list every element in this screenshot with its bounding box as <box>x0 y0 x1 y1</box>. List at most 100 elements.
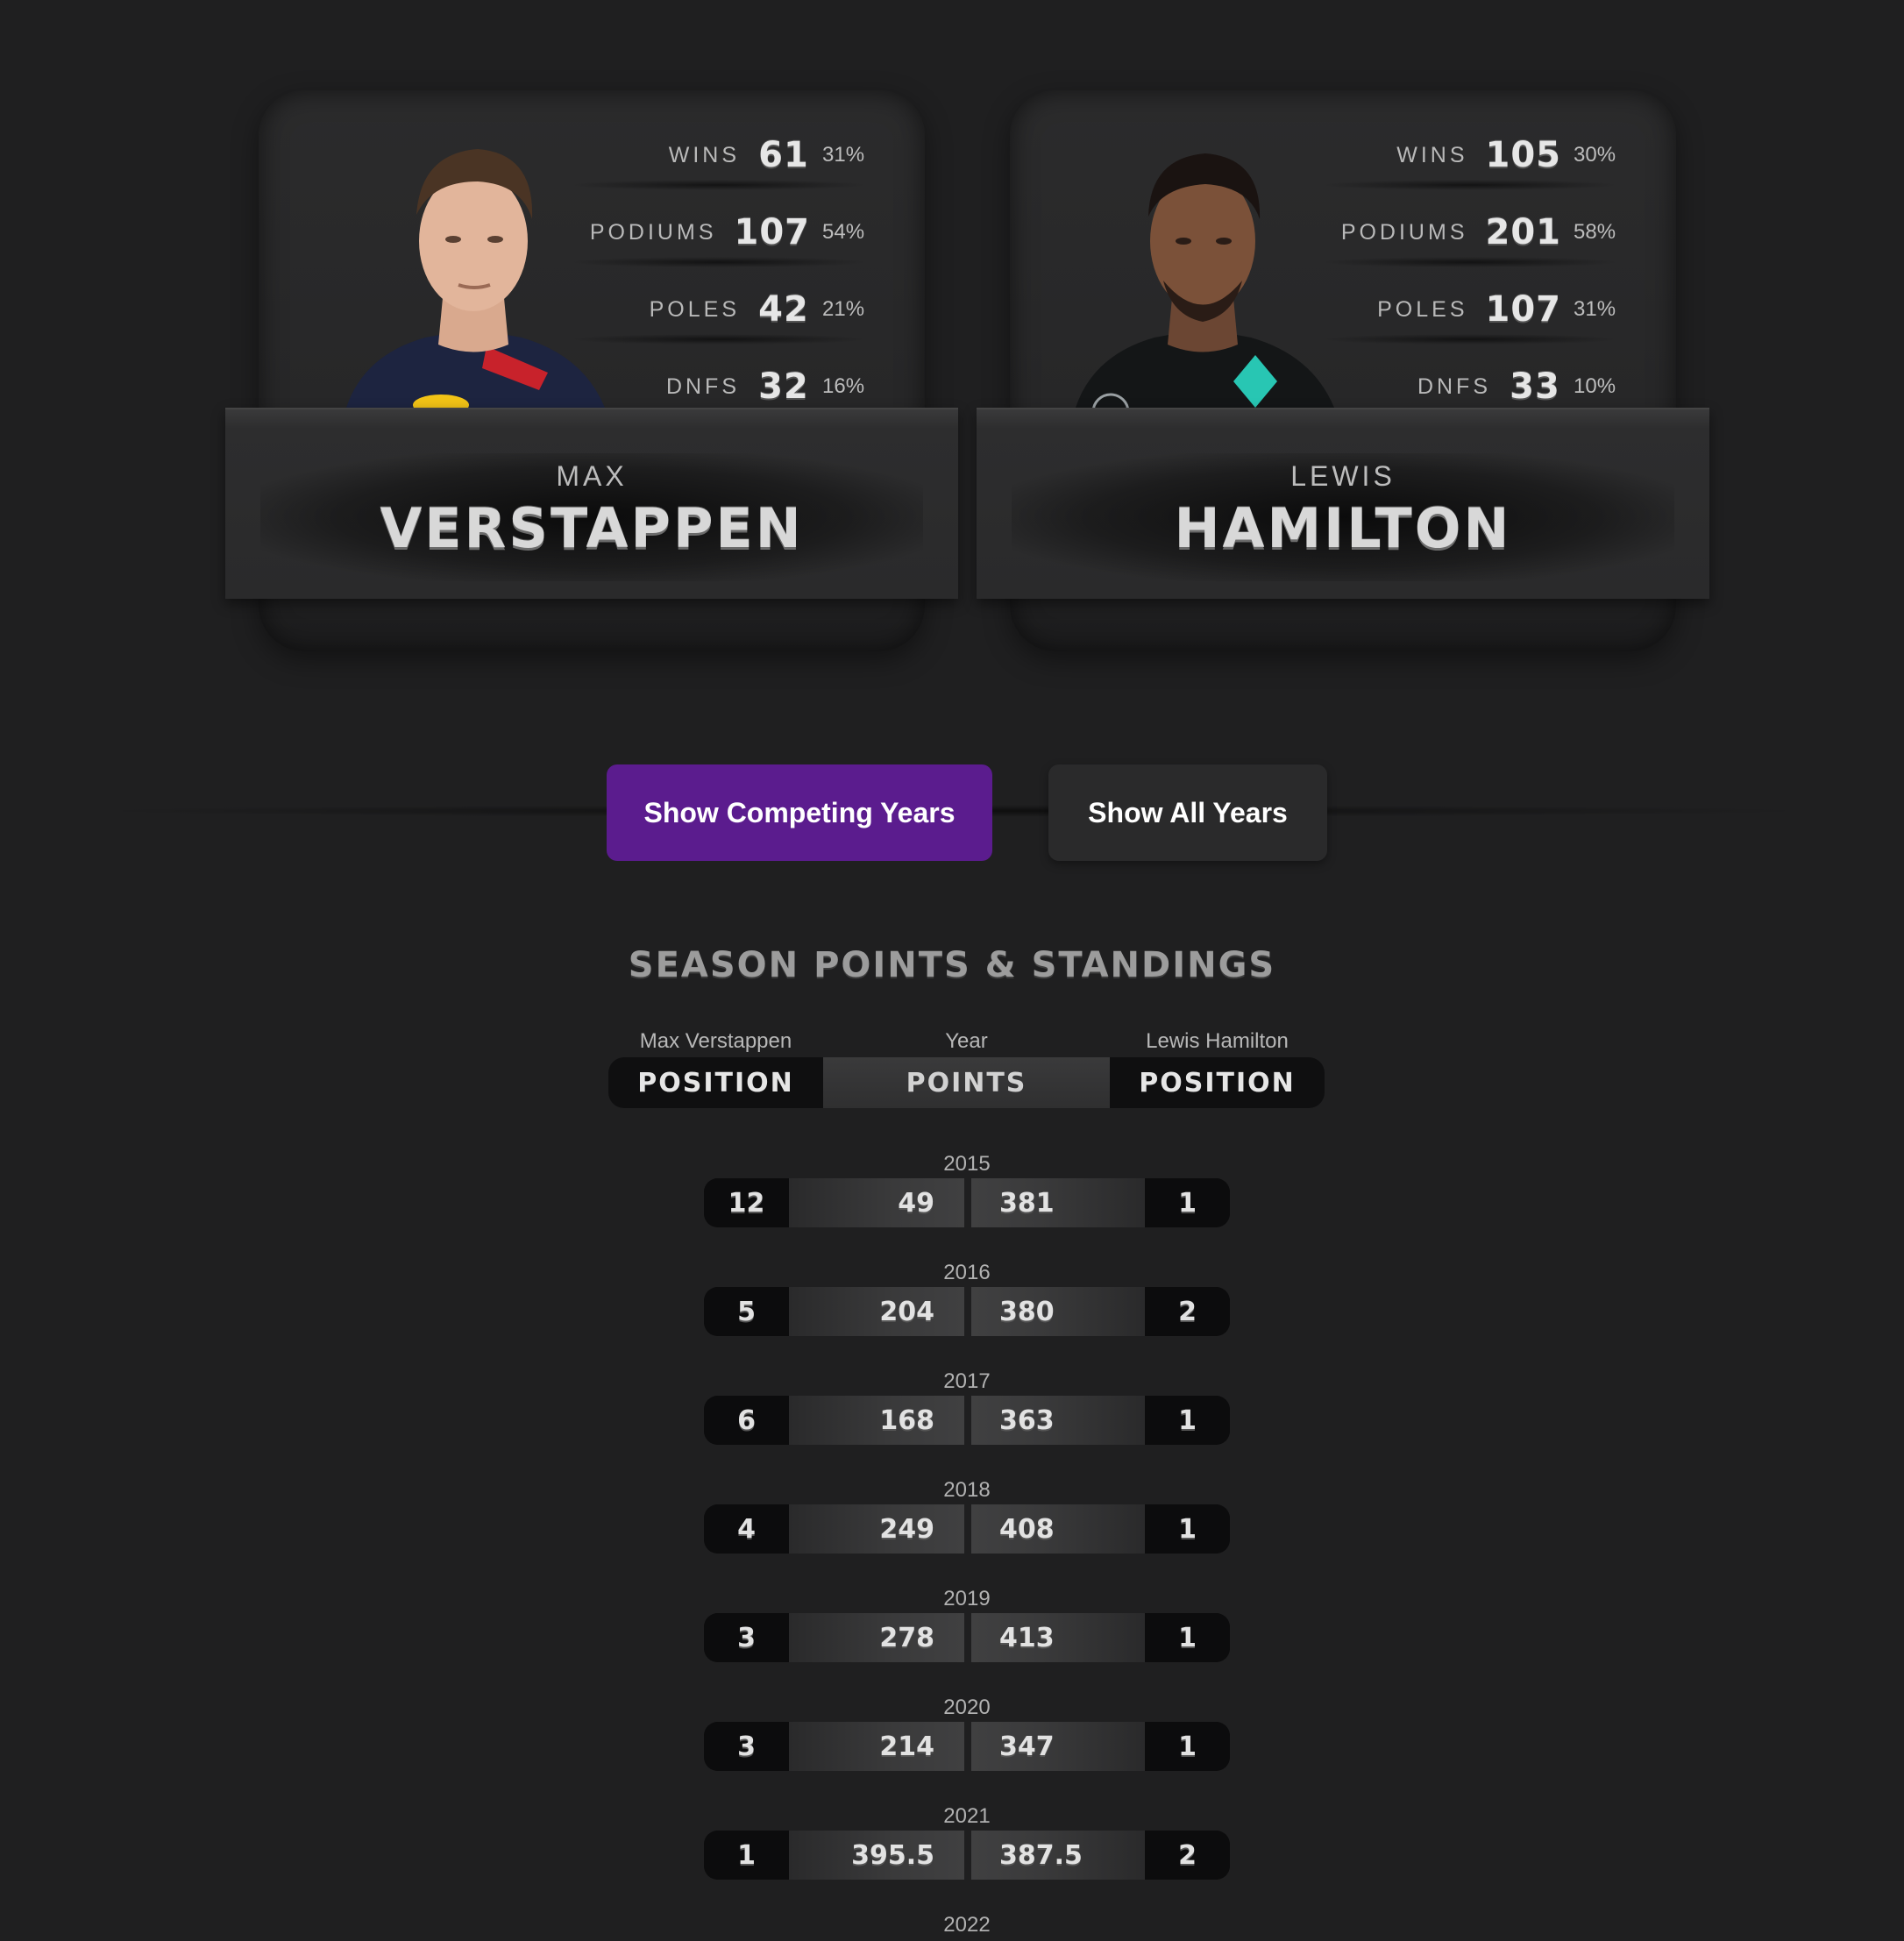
season-bar: 12 49 381 1 <box>704 1178 1230 1227</box>
stat-label: POLES <box>1377 296 1468 322</box>
year-caption: Year <box>945 1029 988 1053</box>
stat-poles: POLES 42 21% <box>517 271 868 348</box>
left-position: 6 <box>704 1396 789 1445</box>
season-year: 2018 <box>943 1478 991 1502</box>
stat-value: 61 <box>758 135 809 175</box>
driver-first-name: LEWIS <box>1290 460 1396 492</box>
stat-value: 33 <box>1510 366 1560 407</box>
stat-wins: WINS 105 30% <box>1268 117 1619 194</box>
driver-last-name: HAMILTON <box>1174 496 1512 560</box>
stat-percent: 30% <box>1574 143 1616 167</box>
stat-value: 42 <box>758 289 809 330</box>
left-points: 278 <box>789 1613 964 1662</box>
stat-label: POLES <box>649 296 740 322</box>
header-right-position: POSITION <box>1110 1057 1325 1108</box>
right-points: 387.5 <box>971 1831 1145 1880</box>
season-row: 2016 5 204 380 2 <box>704 1259 1230 1336</box>
right-position: 1 <box>1145 1613 1230 1662</box>
right-points: 363 <box>971 1396 1145 1445</box>
season-row: 2018 4 249 408 1 <box>704 1476 1230 1554</box>
right-points: 413 <box>971 1613 1145 1662</box>
bar-divider <box>964 1504 971 1554</box>
driver-stats-hamilton: WINS 105 30% PODIUMS 201 58% POLES 107 3… <box>1268 117 1619 425</box>
right-points: 408 <box>971 1504 1145 1554</box>
season-row: 2022 <box>704 1911 1230 1939</box>
stat-percent: 31% <box>1574 297 1616 321</box>
driver-card-verstappen: WINS 61 31% PODIUMS 107 54% POLES 42 21%… <box>225 90 958 651</box>
stat-label: PODIUMS <box>1340 219 1468 245</box>
right-points: 347 <box>971 1722 1145 1771</box>
left-driver-caption: Max Verstappen <box>639 1029 792 1053</box>
season-row: 2019 3 278 413 1 <box>704 1585 1230 1662</box>
season-bar: 1 395.5 387.5 2 <box>704 1831 1230 1880</box>
show-competing-years-button[interactable]: Show Competing Years <box>607 764 992 861</box>
bar-divider <box>964 1831 971 1880</box>
driver-stats-verstappen: WINS 61 31% PODIUMS 107 54% POLES 42 21%… <box>517 117 868 425</box>
left-position: 4 <box>704 1504 789 1554</box>
driver-last-name: VERSTAPPEN <box>380 496 804 560</box>
stat-podiums: PODIUMS 201 58% <box>1268 194 1619 271</box>
left-points: 204 <box>789 1287 964 1336</box>
stat-label: PODIUMS <box>589 219 717 245</box>
stat-value: 32 <box>758 366 809 407</box>
bar-divider <box>964 1613 971 1662</box>
stat-label: WINS <box>668 142 740 167</box>
right-position: 1 <box>1145 1178 1230 1227</box>
stat-value: 107 <box>734 212 810 252</box>
left-position: 3 <box>704 1613 789 1662</box>
season-bar: 3 214 347 1 <box>704 1722 1230 1771</box>
left-points: 49 <box>789 1178 964 1227</box>
right-position: 2 <box>1145 1287 1230 1336</box>
season-bar: 3 278 413 1 <box>704 1613 1230 1662</box>
bar-divider <box>964 1722 971 1771</box>
season-bar: 6 168 363 1 <box>704 1396 1230 1445</box>
right-driver-caption: Lewis Hamilton <box>1146 1029 1289 1053</box>
driver-name-plate: MAX VERSTAPPEN <box>225 408 958 599</box>
stat-percent: 31% <box>822 143 865 167</box>
bar-divider <box>964 1396 971 1445</box>
left-points: 214 <box>789 1722 964 1771</box>
season-year: 2015 <box>943 1152 991 1176</box>
left-position: 3 <box>704 1722 789 1771</box>
left-position: 1 <box>704 1831 789 1880</box>
header-points: POINTS <box>823 1057 1110 1108</box>
stat-percent: 54% <box>822 220 865 244</box>
section-title: SEASON POINTS & STANDINGS <box>628 945 1276 985</box>
stat-percent: 21% <box>822 297 865 321</box>
season-year: 2021 <box>943 1804 991 1828</box>
right-points: 380 <box>971 1287 1145 1336</box>
stat-label: DNFS <box>665 373 740 399</box>
right-position: 1 <box>1145 1504 1230 1554</box>
driver-name-plate: LEWIS HAMILTON <box>977 408 1709 599</box>
stat-label: DNFS <box>1417 373 1491 399</box>
season-year: 2016 <box>943 1261 991 1284</box>
driver-card-hamilton: WINS 105 30% PODIUMS 201 58% POLES 107 3… <box>977 90 1709 651</box>
stat-wins: WINS 61 31% <box>517 117 868 194</box>
season-row: 2017 6 168 363 1 <box>704 1368 1230 1445</box>
driver-first-name: MAX <box>556 460 628 492</box>
stat-value: 201 <box>1485 212 1561 252</box>
season-bar: 4 249 408 1 <box>704 1504 1230 1554</box>
season-year: 2019 <box>943 1587 991 1610</box>
stat-poles: POLES 107 31% <box>1268 271 1619 348</box>
left-points: 168 <box>789 1396 964 1445</box>
stat-label: WINS <box>1396 142 1468 167</box>
show-all-years-button[interactable]: Show All Years <box>1048 764 1327 861</box>
stat-podiums: PODIUMS 107 54% <box>517 194 868 271</box>
left-position: 12 <box>704 1178 789 1227</box>
season-bar: 5 204 380 2 <box>704 1287 1230 1336</box>
bar-divider <box>964 1178 971 1227</box>
stat-percent: 16% <box>822 374 865 398</box>
stat-percent: 58% <box>1574 220 1616 244</box>
stat-value: 107 <box>1485 289 1561 330</box>
season-row: 2020 3 214 347 1 <box>704 1694 1230 1771</box>
standings-header: POSITION POINTS POSITION <box>608 1057 1325 1108</box>
right-position: 2 <box>1145 1831 1230 1880</box>
bar-divider <box>964 1287 971 1336</box>
header-left-position: POSITION <box>608 1057 823 1108</box>
left-points: 249 <box>789 1504 964 1554</box>
stat-value: 105 <box>1485 135 1561 175</box>
right-points: 381 <box>971 1178 1145 1227</box>
season-row: 2021 1 395.5 387.5 2 <box>704 1802 1230 1880</box>
season-year: 2020 <box>943 1696 991 1719</box>
